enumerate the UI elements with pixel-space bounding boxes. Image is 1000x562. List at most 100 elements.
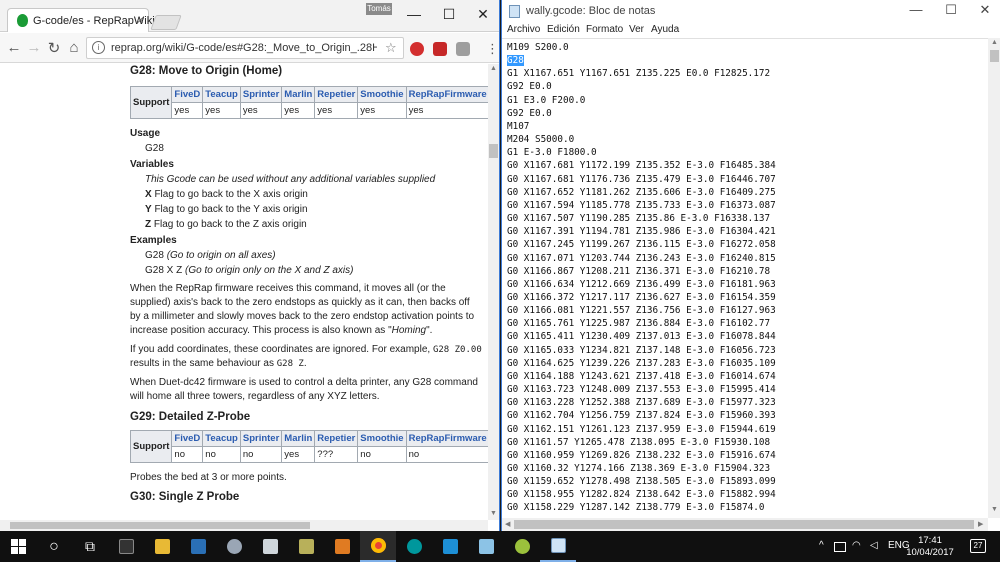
gcode-line[interactable]: G0 X1164.188 Y1243.621 Z137.418 E-3.0 F1… xyxy=(507,370,776,383)
firmware-header[interactable]: Marlin xyxy=(281,430,316,447)
tray-app-icon[interactable] xyxy=(834,542,846,552)
task-view-icon[interactable]: ⧉ xyxy=(72,531,108,562)
gcode-line[interactable]: G0 X1167.681 Y1172.199 Z135.352 E-3.0 F1… xyxy=(507,159,776,172)
gcode-line[interactable]: G0 X1165.033 Y1234.821 Z137.148 E-3.0 F1… xyxy=(507,344,776,357)
home-icon[interactable]: ⌂ xyxy=(66,39,82,56)
new-tab-button[interactable] xyxy=(150,15,182,30)
forward-arrow-icon[interactable]: → xyxy=(26,39,42,56)
gcode-line[interactable]: G28 xyxy=(507,54,776,67)
scroll-up-icon[interactable]: ▲ xyxy=(991,39,998,46)
scroll-down-icon[interactable]: ▼ xyxy=(991,506,998,513)
notepad-vertical-scrollbar[interactable]: ▲ ▼ xyxy=(988,38,1000,518)
gcode-line[interactable]: G0 X1161.57 Y1265.478 Z138.095 E-3.0 F15… xyxy=(507,436,776,449)
scroll-thumb[interactable] xyxy=(489,144,498,158)
gcode-line[interactable]: G0 X1163.723 Y1248.009 Z137.553 E-3.0 F1… xyxy=(507,383,776,396)
menu-ayuda[interactable]: Ayuda xyxy=(651,24,679,35)
gcode-line[interactable]: G1 E3.0 F200.0 xyxy=(507,94,776,107)
taskbar-app-icon[interactable] xyxy=(432,531,468,562)
clock[interactable]: 17:41 10/04/2017 xyxy=(906,535,954,559)
firmware-header[interactable]: Teacup xyxy=(202,430,241,447)
maximize-button[interactable]: ☐ xyxy=(440,6,458,23)
gcode-line[interactable]: G0 X1165.411 Y1230.409 Z137.013 E-3.0 F1… xyxy=(507,330,776,343)
taskbar-chrome-icon[interactable] xyxy=(360,531,396,562)
gcode-line[interactable]: G0 X1166.372 Y1217.117 Z136.627 E-3.0 F1… xyxy=(507,291,776,304)
tab-reprapwiki[interactable]: G-code/es - RepRapWiki × xyxy=(7,8,155,32)
menu-archivo[interactable]: Archivo xyxy=(507,24,540,35)
notification-center-icon[interactable]: 27 xyxy=(970,539,986,553)
gcode-line[interactable]: G0 X1159.652 Y1278.498 Z138.505 E-3.0 F1… xyxy=(507,475,776,488)
firmware-header[interactable]: RepRapFirmware xyxy=(405,430,488,447)
notepad-horizontal-scrollbar[interactable]: ◀ ▶ xyxy=(502,518,988,531)
page-horizontal-scrollbar[interactable] xyxy=(0,520,488,531)
gcode-line[interactable]: G0 X1166.634 Y1212.669 Z136.499 E-3.0 F1… xyxy=(507,278,776,291)
taskbar-eclipse-icon[interactable] xyxy=(324,531,360,562)
minimize-button[interactable]: — xyxy=(907,2,925,17)
gcode-line[interactable]: G0 X1167.071 Y1203.744 Z136.243 E-3.0 F1… xyxy=(507,252,776,265)
tab-close-icon[interactable]: × xyxy=(137,13,144,27)
gcode-line[interactable]: G0 X1166.081 Y1221.557 Z136.756 E-3.0 F1… xyxy=(507,304,776,317)
gcode-line[interactable]: G0 X1167.507 Y1190.285 Z135.86 E-3.0 F16… xyxy=(507,212,776,225)
scroll-left-icon[interactable]: ◀ xyxy=(505,520,510,528)
gcode-lines[interactable]: M109 S200.0 G28 G1 X1167.651 Y1167.651 Z13… xyxy=(507,41,776,515)
gcode-line[interactable]: G0 X1158.955 Y1282.824 Z138.642 E-3.0 F1… xyxy=(507,488,776,501)
firmware-header[interactable]: RepRapFirmware xyxy=(405,86,488,103)
firmware-header[interactable]: FiveD xyxy=(171,86,204,103)
firmware-header[interactable]: Repetier xyxy=(314,86,359,103)
extension-icon[interactable] xyxy=(456,42,470,56)
gcode-line[interactable]: G92 E0.0 xyxy=(507,107,776,120)
volume-icon[interactable]: ◁ xyxy=(870,540,878,551)
gcode-line[interactable]: G0 X1162.704 Y1256.759 Z137.824 E-3.0 F1… xyxy=(507,409,776,422)
scroll-thumb[interactable] xyxy=(990,50,999,62)
gcode-line[interactable]: G1 E-3.0 F1800.0 xyxy=(507,146,776,159)
adblock-extension-icon[interactable] xyxy=(433,42,447,56)
opera-extension-icon[interactable] xyxy=(410,42,424,56)
firmware-header[interactable]: Smoothie xyxy=(357,86,407,103)
firmware-header[interactable]: Smoothie xyxy=(357,430,407,447)
firmware-header[interactable]: Sprinter xyxy=(239,86,283,103)
taskbar-app-icon[interactable] xyxy=(216,531,252,562)
gcode-line[interactable]: G1 X1167.651 Y1167.651 Z135.225 E0.0 F12… xyxy=(507,67,776,80)
gcode-line[interactable]: G0 X1160.32 Y1274.166 Z138.369 E-3.0 F15… xyxy=(507,462,776,475)
menu-edicion[interactable]: Edición xyxy=(547,24,580,35)
gcode-line[interactable]: M107 xyxy=(507,120,776,133)
taskbar-notepad-icon[interactable] xyxy=(540,531,576,562)
gcode-line[interactable]: G0 X1164.625 Y1239.226 Z137.283 E-3.0 F1… xyxy=(507,357,776,370)
firmware-header[interactable]: Sprinter xyxy=(239,430,283,447)
taskbar-app-icon[interactable] xyxy=(468,531,504,562)
start-button[interactable] xyxy=(0,531,36,562)
wifi-icon[interactable]: ◠ xyxy=(852,540,861,551)
taskbar-file-explorer-icon[interactable] xyxy=(144,531,180,562)
gcode-line[interactable]: G0 X1167.245 Y1199.267 Z136.115 E-3.0 F1… xyxy=(507,238,776,251)
chrome-menu-icon[interactable]: ⋮ xyxy=(486,41,499,57)
taskbar-app-icon[interactable] xyxy=(288,531,324,562)
gcode-line[interactable]: G0 X1162.151 Y1261.123 Z137.959 E-3.0 F1… xyxy=(507,423,776,436)
scroll-up-icon[interactable]: ▲ xyxy=(490,65,497,72)
gcode-line[interactable]: G0 X1167.681 Y1176.736 Z135.479 E-3.0 F1… xyxy=(507,173,776,186)
tray-chevron-icon[interactable]: ^ xyxy=(819,540,824,551)
scroll-thumb[interactable] xyxy=(10,522,310,529)
firmware-header[interactable]: FiveD xyxy=(171,430,204,447)
gcode-line[interactable]: G0 X1167.594 Y1185.778 Z135.733 E-3.0 F1… xyxy=(507,199,776,212)
url-text[interactable]: reprap.org/wiki/G-code/es#G28:_Move_to_O… xyxy=(111,42,377,54)
firmware-header[interactable]: Marlin xyxy=(281,86,316,103)
close-button[interactable]: ✕ xyxy=(474,6,492,23)
gcode-line[interactable]: G92 E0.0 xyxy=(507,80,776,93)
gcode-line[interactable]: G0 X1163.228 Y1252.388 Z137.689 E-3.0 F1… xyxy=(507,396,776,409)
minimize-button[interactable]: — xyxy=(405,6,423,22)
close-button[interactable]: ✕ xyxy=(976,2,994,18)
scroll-right-icon[interactable]: ▶ xyxy=(978,520,983,528)
address-bar[interactable]: i reprap.org/wiki/G-code/es#G28:_Move_to… xyxy=(86,37,404,59)
gcode-line[interactable]: G0 X1166.867 Y1208.211 Z136.371 E-3.0 F1… xyxy=(507,265,776,278)
bookmark-star-icon[interactable]: ☆ xyxy=(385,40,397,56)
gcode-line[interactable]: M109 S200.0 xyxy=(507,41,776,54)
taskbar-arduino-icon[interactable] xyxy=(396,531,432,562)
taskbar-terminal-icon[interactable] xyxy=(108,531,144,562)
notepad-text-area[interactable]: M109 S200.0 G28 G1 X1167.651 Y1167.651 Z13… xyxy=(502,38,988,518)
maximize-button[interactable]: ☐ xyxy=(942,2,960,18)
taskbar-app-icon[interactable] xyxy=(180,531,216,562)
gcode-line[interactable]: M204 S5000.0 xyxy=(507,133,776,146)
firmware-header[interactable]: Repetier xyxy=(314,430,359,447)
gcode-line[interactable]: G0 X1165.761 Y1225.987 Z136.884 E-3.0 F1… xyxy=(507,317,776,330)
scroll-thumb[interactable] xyxy=(514,520,974,529)
firmware-header[interactable]: Teacup xyxy=(202,86,241,103)
